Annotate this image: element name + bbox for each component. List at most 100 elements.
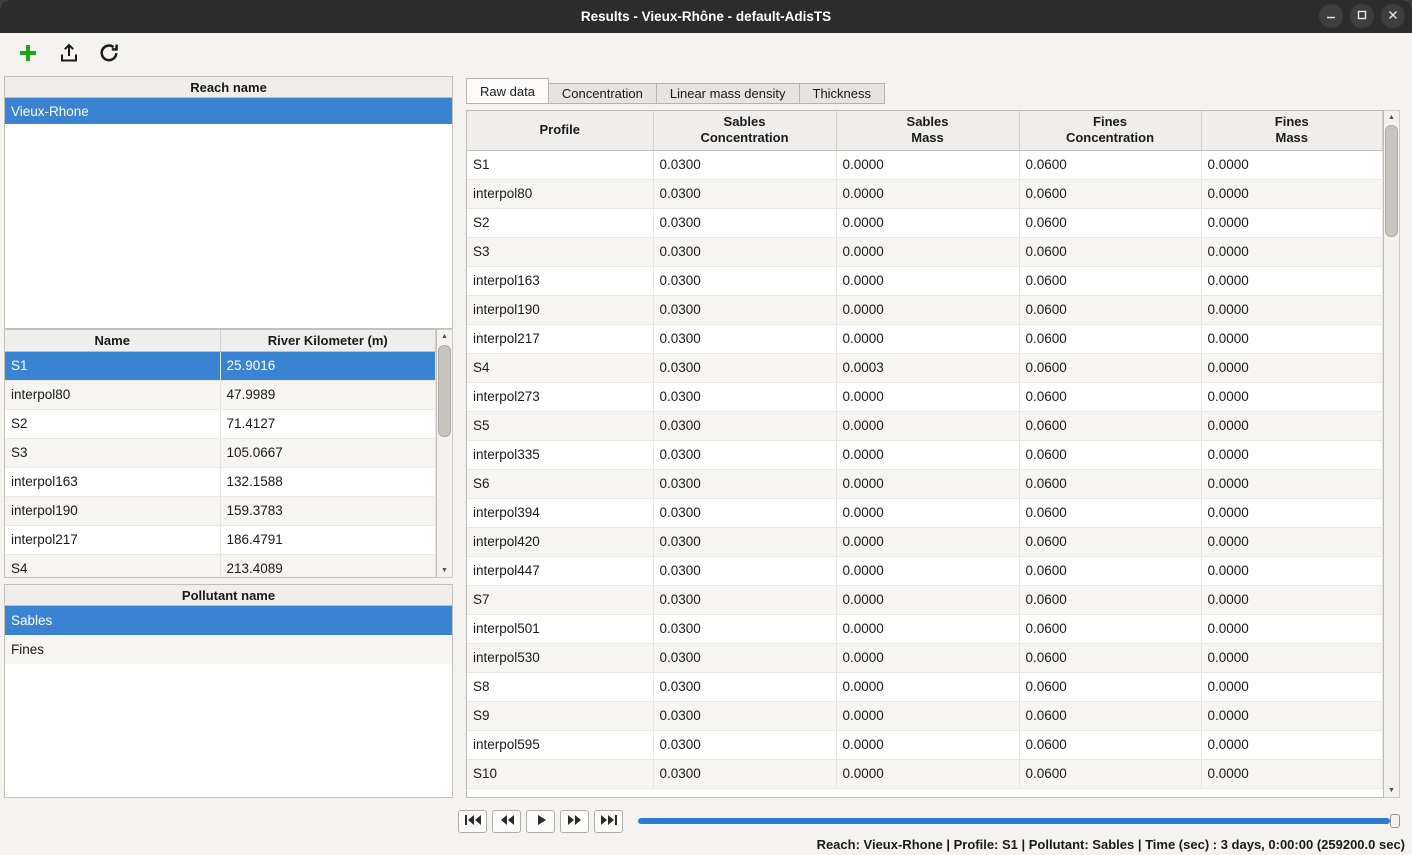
cell[interactable]: interpol394: [467, 498, 653, 527]
refresh-button[interactable]: [96, 40, 122, 69]
cell[interactable]: 0.0600: [1019, 614, 1201, 643]
cell[interactable]: 0.0300: [653, 382, 836, 411]
cell[interactable]: 0.0600: [1019, 295, 1201, 324]
cell[interactable]: interpol163: [467, 266, 653, 295]
cell[interactable]: 132.1588: [220, 467, 436, 496]
result-row[interactable]: S50.03000.00000.06000.0000: [467, 411, 1383, 440]
column-header-name[interactable]: Name: [5, 330, 220, 351]
cell[interactable]: S2: [5, 409, 220, 438]
cell[interactable]: S7: [467, 585, 653, 614]
result-row[interactable]: S20.03000.00000.06000.0000: [467, 208, 1383, 237]
profile-row[interactable]: interpol8047.9989: [5, 380, 436, 409]
cell[interactable]: interpol80: [467, 179, 653, 208]
cell[interactable]: 0.0300: [653, 527, 836, 556]
tab-linear-mass-density[interactable]: Linear mass density: [656, 83, 800, 104]
cell[interactable]: interpol217: [467, 324, 653, 353]
cell[interactable]: S2: [467, 208, 653, 237]
cell[interactable]: 0.0600: [1019, 759, 1201, 788]
cell[interactable]: 0.0300: [653, 237, 836, 266]
cell[interactable]: 0.0000: [1201, 411, 1383, 440]
cell[interactable]: 0.0600: [1019, 324, 1201, 353]
profile-row[interactable]: interpol163132.1588: [5, 467, 436, 496]
result-row[interactable]: interpol1900.03000.00000.06000.0000: [467, 295, 1383, 324]
cell[interactable]: 0.0000: [836, 411, 1019, 440]
column-header-river-kilometer[interactable]: River Kilometer (m): [220, 330, 436, 351]
cell[interactable]: interpol190: [467, 295, 653, 324]
tab-raw-data[interactable]: Raw data: [466, 78, 549, 104]
cell[interactable]: 0.0300: [653, 498, 836, 527]
cell[interactable]: interpol80: [5, 380, 220, 409]
cell[interactable]: 0.0000: [1201, 643, 1383, 672]
cell[interactable]: 0.0300: [653, 411, 836, 440]
cell[interactable]: interpol217: [5, 525, 220, 554]
scroll-down-icon[interactable]: ▼: [437, 564, 452, 577]
cell[interactable]: 0.0000: [1201, 208, 1383, 237]
cell[interactable]: 0.0000: [1201, 237, 1383, 266]
cell[interactable]: 0.0600: [1019, 730, 1201, 759]
cell[interactable]: 0.0000: [1201, 585, 1383, 614]
cell[interactable]: 0.0000: [1201, 730, 1383, 759]
cell[interactable]: 0.0600: [1019, 469, 1201, 498]
cell[interactable]: interpol420: [467, 527, 653, 556]
cell[interactable]: 0.0000: [836, 208, 1019, 237]
cell[interactable]: 0.0000: [1201, 353, 1383, 382]
cell[interactable]: 0.0300: [653, 266, 836, 295]
cell[interactable]: interpol335: [467, 440, 653, 469]
skip-start-button[interactable]: [458, 810, 487, 833]
cell[interactable]: 0.0000: [836, 295, 1019, 324]
cell[interactable]: 0.0000: [836, 469, 1019, 498]
cell[interactable]: 0.0000: [836, 527, 1019, 556]
cell[interactable]: 0.0600: [1019, 556, 1201, 585]
result-row[interactable]: S90.03000.00000.06000.0000: [467, 701, 1383, 730]
result-row[interactable]: S100.03000.00000.06000.0000: [467, 759, 1383, 788]
profile-row[interactable]: S4213.4089: [5, 554, 436, 578]
cell[interactable]: 0.0300: [653, 643, 836, 672]
column-header-sables-concentration[interactable]: Sables Concentration: [653, 111, 836, 150]
cell[interactable]: S4: [467, 353, 653, 382]
cell[interactable]: interpol595: [467, 730, 653, 759]
profile-row[interactable]: S125.9016: [5, 351, 436, 380]
result-row[interactable]: S30.03000.00000.06000.0000: [467, 237, 1383, 266]
cell[interactable]: 0.0300: [653, 440, 836, 469]
cell[interactable]: S3: [5, 438, 220, 467]
tab-concentration[interactable]: Concentration: [548, 83, 657, 104]
minimize-button[interactable]: [1319, 4, 1343, 28]
cell[interactable]: 0.0600: [1019, 585, 1201, 614]
result-row[interactable]: S10.03000.00000.06000.0000: [467, 150, 1383, 179]
cell[interactable]: S5: [467, 411, 653, 440]
cell[interactable]: S4: [5, 554, 220, 578]
step-forward-button[interactable]: [560, 810, 589, 833]
cell[interactable]: 0.0600: [1019, 208, 1201, 237]
cell[interactable]: S1: [467, 150, 653, 179]
cell[interactable]: 0.0000: [836, 701, 1019, 730]
cell[interactable]: 0.0300: [653, 672, 836, 701]
cell[interactable]: 0.0000: [1201, 527, 1383, 556]
cell[interactable]: S8: [467, 672, 653, 701]
cell[interactable]: 0.0003: [836, 353, 1019, 382]
cell[interactable]: 0.0000: [836, 179, 1019, 208]
cell[interactable]: 0.0000: [1201, 498, 1383, 527]
profile-row[interactable]: S271.4127: [5, 409, 436, 438]
pollutant-list-item[interactable]: Sables: [5, 606, 452, 635]
cell[interactable]: 0.0300: [653, 759, 836, 788]
cell[interactable]: 0.0000: [836, 585, 1019, 614]
profile-row[interactable]: S3105.0667: [5, 438, 436, 467]
result-row[interactable]: interpol2170.03000.00000.06000.0000: [467, 324, 1383, 353]
cell[interactable]: 0.0600: [1019, 440, 1201, 469]
cell[interactable]: 0.0300: [653, 208, 836, 237]
result-row[interactable]: interpol800.03000.00000.06000.0000: [467, 179, 1383, 208]
cell[interactable]: 0.0300: [653, 324, 836, 353]
export-button[interactable]: [56, 40, 82, 69]
results-scroll-track[interactable]: [1384, 124, 1399, 784]
cell[interactable]: 213.4089: [220, 554, 436, 578]
result-row[interactable]: interpol3940.03000.00000.06000.0000: [467, 498, 1383, 527]
cell[interactable]: 0.0000: [1201, 382, 1383, 411]
result-row[interactable]: interpol5950.03000.00000.06000.0000: [467, 730, 1383, 759]
cell[interactable]: 0.0300: [653, 469, 836, 498]
cell[interactable]: 186.4791: [220, 525, 436, 554]
cell[interactable]: 0.0000: [1201, 556, 1383, 585]
column-header-fines-mass[interactable]: Fines Mass: [1201, 111, 1383, 150]
cell[interactable]: 0.0000: [1201, 266, 1383, 295]
cell[interactable]: S6: [467, 469, 653, 498]
cell[interactable]: 0.0000: [1201, 672, 1383, 701]
